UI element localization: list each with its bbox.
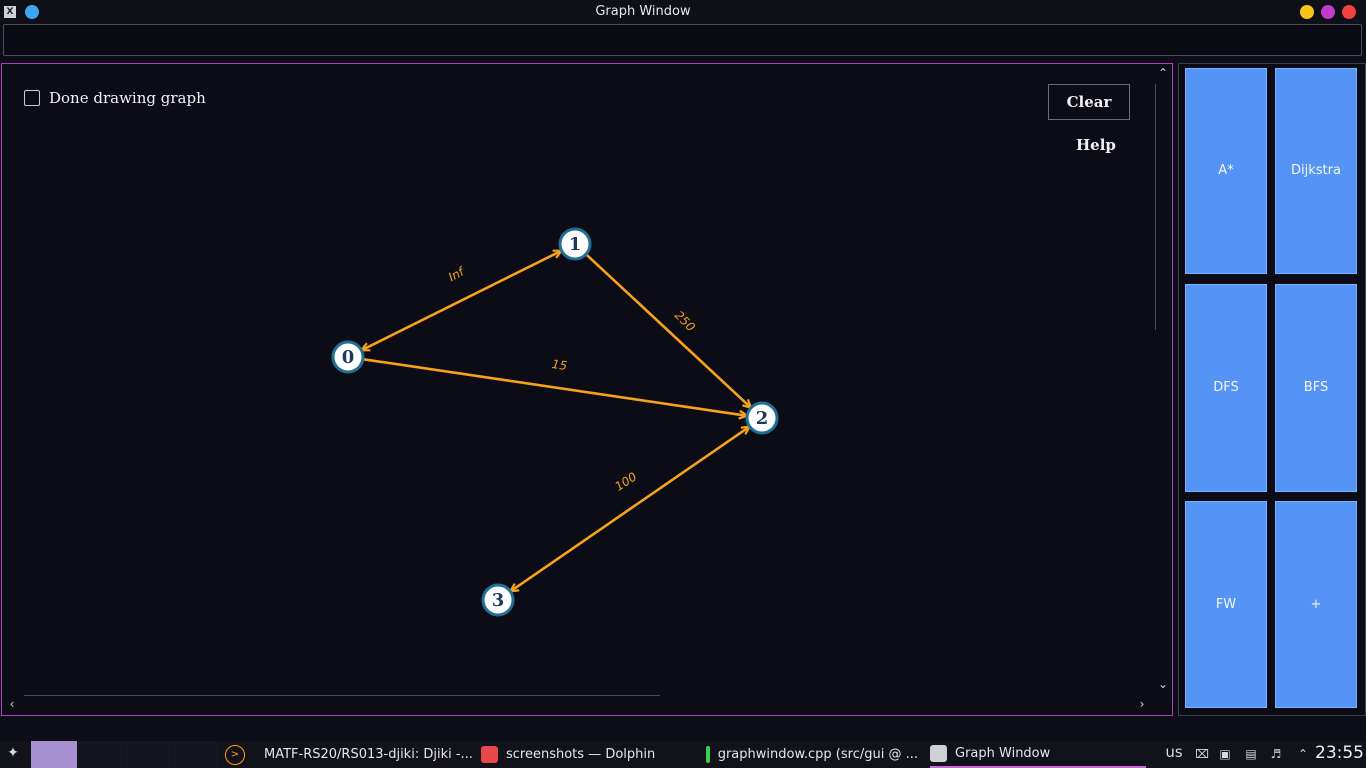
- title-bar: X Graph Window: [0, 0, 1366, 24]
- task-dolphin-label: screenshots — Dolphin: [506, 747, 656, 762]
- scroll-right-icon[interactable]: ›: [1134, 696, 1150, 712]
- graph-node-label: 2: [756, 408, 769, 429]
- pager-desktop-4[interactable]: [172, 741, 218, 768]
- x-app-icon: [930, 745, 947, 762]
- network-icon[interactable]: ⌧: [1195, 747, 1209, 761]
- graph-edge[interactable]: [510, 427, 749, 592]
- scroll-down-icon[interactable]: ⌄: [1155, 676, 1171, 692]
- graph-node-label: 0: [342, 347, 355, 368]
- fw-button[interactable]: FW: [1185, 501, 1267, 708]
- horizontal-scroll-track[interactable]: [24, 695, 660, 696]
- task-qtcreator[interactable]: graphwindow.cpp (src/gui @ ...: [706, 741, 918, 768]
- help-link[interactable]: Help: [1076, 136, 1116, 154]
- vertical-scrollbar[interactable]: ⌃ ⌄: [1154, 64, 1172, 695]
- task-browser[interactable]: MATF-RS20/RS013-djiki: Djiki -...: [256, 741, 473, 768]
- algorithm-panel: A* Dijkstra DFS BFS FW +: [1178, 63, 1366, 716]
- scroll-left-icon[interactable]: ‹: [4, 696, 20, 712]
- edge-weight-label: 250: [672, 308, 698, 334]
- task-qtcreator-label: graphwindow.cpp (src/gui @ ...: [717, 747, 918, 762]
- pager-desktop-3[interactable]: [125, 741, 171, 768]
- taskbar: ✦ > MATF-RS20/RS013-djiki: Djiki -... sc…: [0, 741, 1366, 768]
- task-graph-window-label: Graph Window: [955, 746, 1051, 761]
- window-title: Graph Window: [595, 4, 691, 19]
- dfs-button[interactable]: DFS: [1185, 284, 1267, 492]
- vertical-scroll-track[interactable]: [1155, 84, 1156, 330]
- edge-weight-label: 15: [551, 357, 568, 373]
- graph-canvas[interactable]: Inf 250 15 100 0 1 2 3 Done drawing graph Clea…: [1, 63, 1173, 716]
- tray-expand-icon[interactable]: ⌃: [1296, 747, 1310, 761]
- done-drawing-label: Done drawing graph: [49, 89, 206, 107]
- pager-desktop-1[interactable]: [31, 741, 77, 768]
- add-algorithm-button[interactable]: +: [1275, 501, 1357, 708]
- scroll-up-icon[interactable]: ⌃: [1155, 65, 1171, 81]
- clear-button[interactable]: Clear: [1048, 84, 1130, 120]
- astar-button[interactable]: A*: [1185, 68, 1267, 274]
- graph-node-label: 3: [492, 590, 505, 611]
- volume-icon[interactable]: ♬: [1269, 747, 1283, 761]
- done-drawing-row[interactable]: Done drawing graph: [24, 88, 206, 108]
- clock: 23:55: [1315, 743, 1364, 763]
- graph-svg[interactable]: Inf 250 15 100 0 1 2 3: [2, 64, 1152, 694]
- task-dolphin[interactable]: screenshots — Dolphin: [481, 741, 681, 768]
- maximize-button[interactable]: [1321, 5, 1335, 19]
- clipboard-icon[interactable]: ▤: [1244, 747, 1258, 761]
- terminal-launcher-icon[interactable]: >: [225, 745, 245, 765]
- edge-weight-label: Inf: [446, 264, 468, 284]
- edge-weight-label: 100: [612, 469, 639, 493]
- graph-node-label: 1: [569, 234, 582, 255]
- close-button[interactable]: [1342, 5, 1356, 19]
- task-browser-label: MATF-RS20/RS013-djiki: Djiki -...: [264, 747, 473, 762]
- keyboard-layout[interactable]: us: [1164, 745, 1184, 760]
- folder-icon: [481, 746, 498, 763]
- lock-icon[interactable]: ▣: [1218, 747, 1232, 761]
- graph-edge[interactable]: [361, 249, 561, 352]
- dijkstra-button[interactable]: Dijkstra: [1275, 68, 1357, 274]
- bfs-button[interactable]: BFS: [1275, 284, 1357, 492]
- done-drawing-checkbox[interactable]: [24, 90, 40, 106]
- top-input-field[interactable]: [3, 24, 1362, 56]
- graph-edge[interactable]: [585, 253, 751, 408]
- task-graph-window[interactable]: Graph Window: [930, 741, 1146, 768]
- app-launcher-icon[interactable]: ✦: [6, 746, 20, 760]
- qtcreator-icon: [706, 746, 710, 763]
- minimize-button[interactable]: [1300, 5, 1314, 19]
- pager-desktop-2[interactable]: [78, 741, 124, 768]
